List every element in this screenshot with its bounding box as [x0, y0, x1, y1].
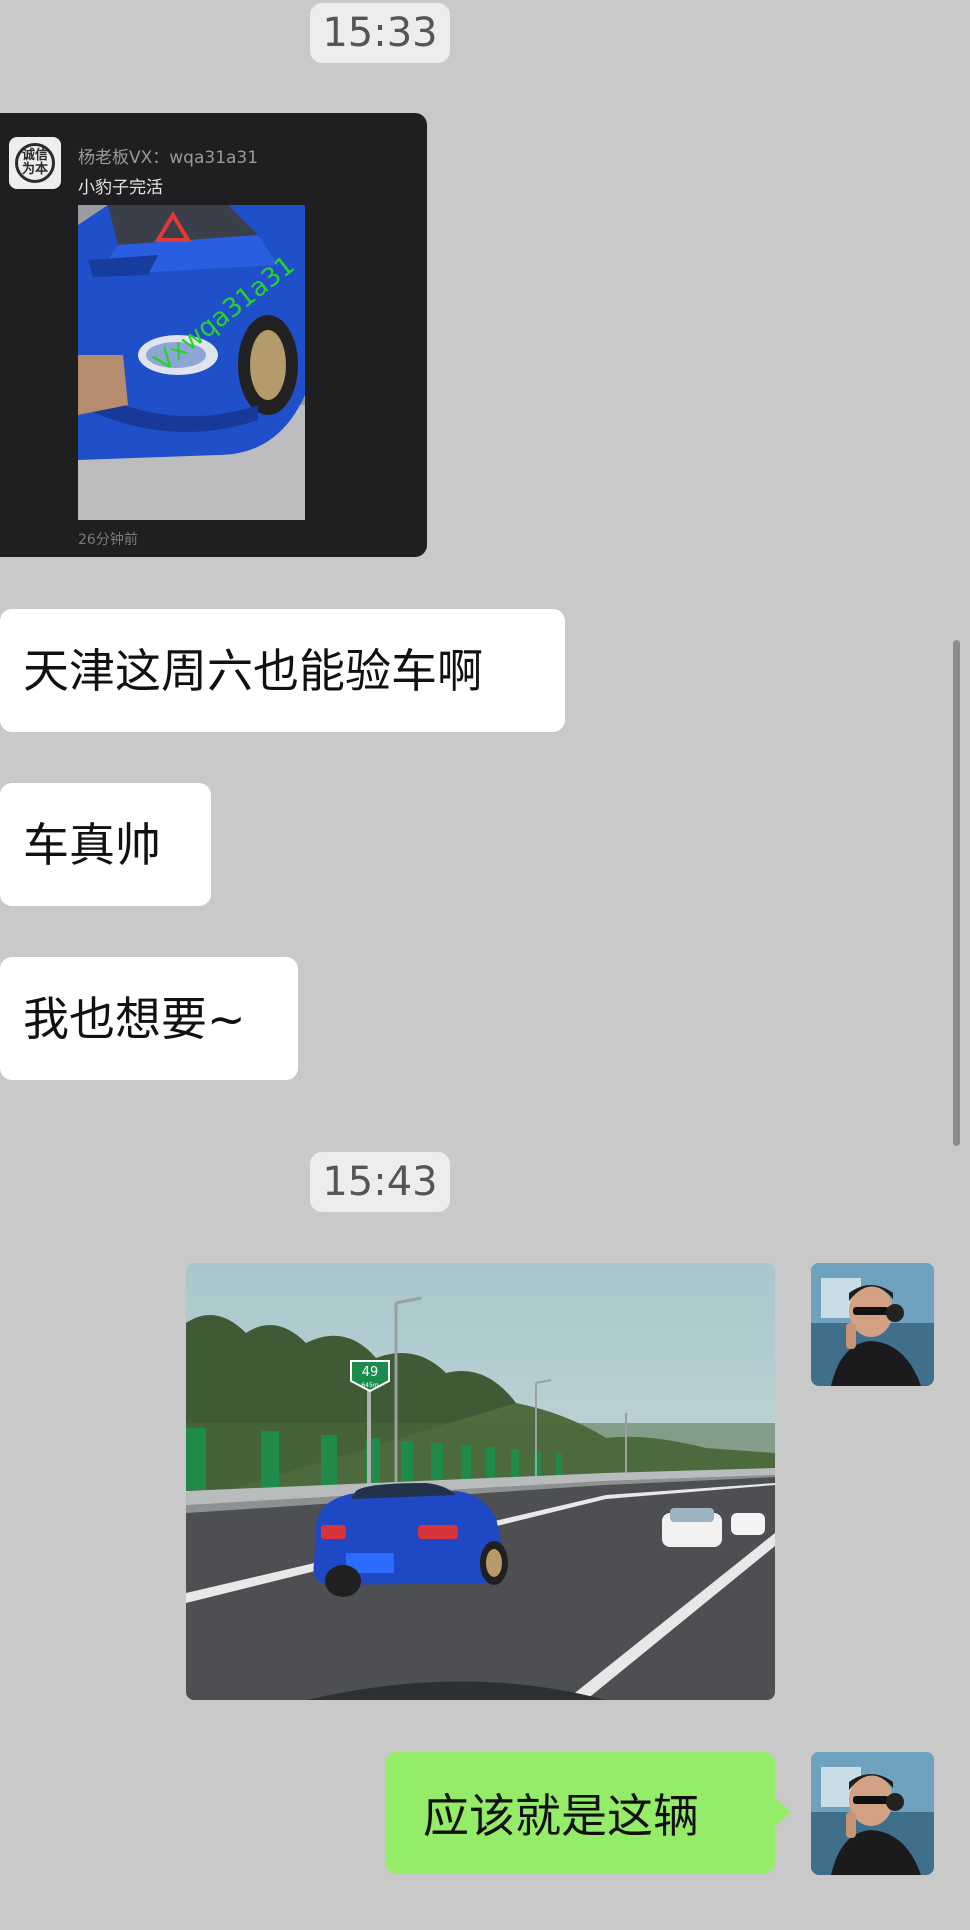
my-message-bubble[interactable]: 应该就是这辆 [385, 1752, 791, 1874]
avatar-image [811, 1263, 934, 1386]
forward-car-photo[interactable]: Vxwqa31a31 [78, 205, 305, 520]
message-bubble-3[interactable]: 我也想要~ [0, 957, 298, 1080]
highway-scene-image: 49 645m [186, 1263, 775, 1700]
highway-car-photo[interactable]: 49 645m [186, 1263, 775, 1700]
scrollbar[interactable] [953, 640, 960, 1146]
avatar-image [811, 1752, 934, 1875]
forwarded-message-card[interactable]: 诚信 为本 杨老板VX：wqa31a31 小豹子完活 Vxwqa31a31 26分… [0, 113, 427, 557]
timestamp-1543: 15:43 [310, 1152, 450, 1212]
forward-sender: 杨老板VX：wqa31a31 [78, 148, 259, 168]
message-bubble-2[interactable]: 车真帅 [0, 783, 211, 906]
timestamp-1533: 15:33 [310, 3, 450, 63]
my-avatar-1[interactable] [811, 1263, 934, 1386]
my-avatar-2[interactable] [811, 1752, 934, 1875]
road-sign-sub: 645m [361, 1382, 378, 1389]
forward-time-ago: 26分钟前 [78, 532, 138, 548]
forward-message: 小豹子完活 [78, 178, 163, 198]
seal-icon: 诚信 为本 [15, 143, 55, 183]
blue-car-closeup-image: Vxwqa31a31 [78, 205, 305, 520]
message-bubble-1[interactable]: 天津这周六也能验车啊 [0, 609, 565, 732]
road-sign-number: 49 [362, 1365, 379, 1380]
my-message-text: 应该就是这辆 [423, 1789, 699, 1843]
bubble-tail [773, 1796, 791, 1828]
sender-logo: 诚信 为本 [9, 137, 61, 189]
